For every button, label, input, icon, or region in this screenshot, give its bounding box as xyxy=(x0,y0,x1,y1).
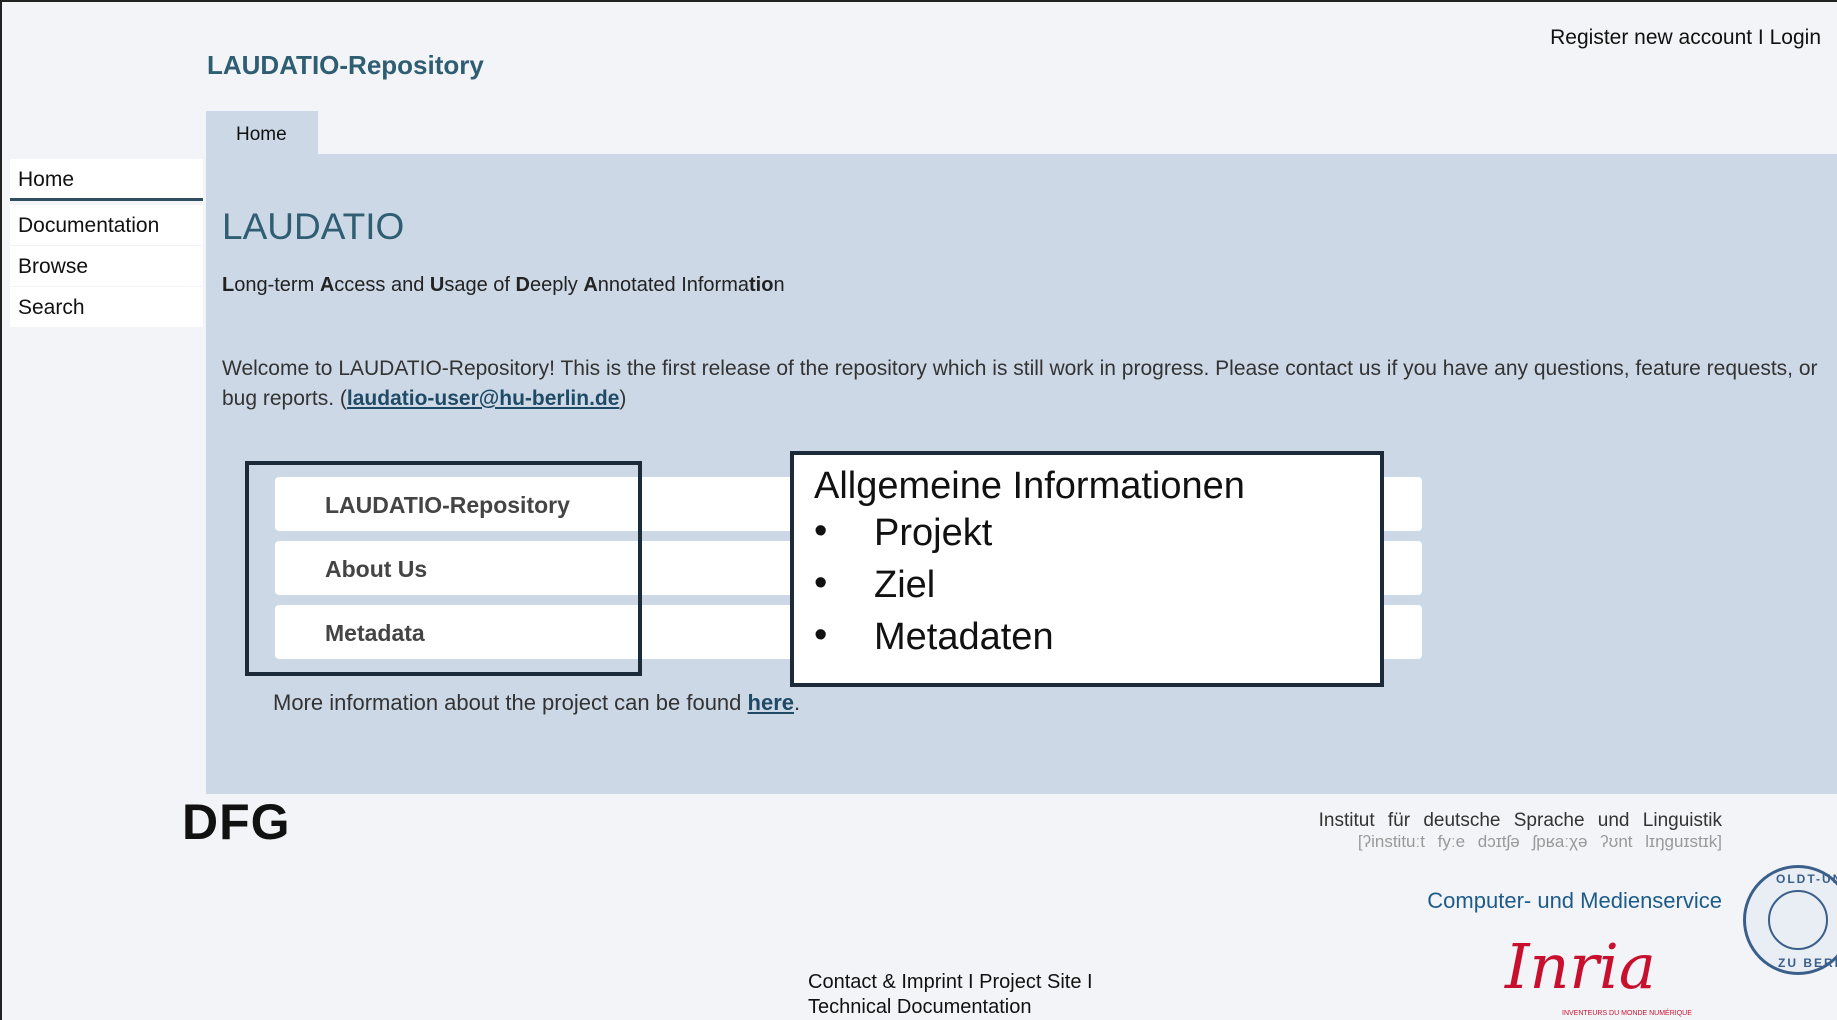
sidebar-item-documentation[interactable]: Documentation xyxy=(10,205,203,245)
separator: I xyxy=(1752,26,1770,49)
welcome-text: Welcome to LAUDATIO-Repository! This is … xyxy=(222,357,1818,410)
sidebar-item-browse[interactable]: Browse xyxy=(10,246,203,286)
highlight-box xyxy=(245,461,642,676)
dfg-logo: DFG xyxy=(182,794,291,850)
cms-logo: Computer- und Medienservice xyxy=(1427,888,1722,913)
ids-logo: Institut für deutsche Sprache und Lingui… xyxy=(1318,810,1722,851)
footer-line-2[interactable]: Technical Documentation xyxy=(808,995,1093,1020)
footer-links: Contact & Imprint I Project Site I Techn… xyxy=(808,970,1093,1020)
callout-title: Allgemeine Informationen xyxy=(814,465,1245,507)
inria-tagline: INVENTEURS DU MONDE NUMÉRIQUE xyxy=(1562,1010,1692,1017)
login-link[interactable]: Login xyxy=(1770,26,1821,49)
register-link[interactable]: Register new account xyxy=(1550,26,1752,49)
more-info-text: More information about the project can b… xyxy=(273,690,801,715)
more-info-link[interactable]: here xyxy=(748,690,794,715)
callout-item: Projekt xyxy=(814,510,1380,564)
inria-logo: Inria xyxy=(1505,930,1656,1003)
callout-item: Ziel xyxy=(814,562,1380,616)
callout-item: Metadaten xyxy=(814,614,1380,668)
footer-line-1[interactable]: Contact & Imprint I Project Site I xyxy=(808,970,1093,995)
contact-email-link[interactable]: laudatio-user@hu-berlin.de xyxy=(347,387,620,410)
tab-home[interactable]: Home xyxy=(206,111,318,155)
account-links: Register new account I Login xyxy=(1550,26,1821,50)
info-callout: Allgemeine Informationen Projekt Ziel Me… xyxy=(790,451,1384,687)
page-subtitle: Long-term Access and Usage of Deeply Ann… xyxy=(222,274,785,296)
sidebar-item-search[interactable]: Search xyxy=(10,287,203,327)
page-heading: LAUDATIO xyxy=(222,206,405,247)
site-title[interactable]: LAUDATIO-Repository xyxy=(207,50,484,81)
sidebar-item-home[interactable]: Home xyxy=(10,159,203,201)
sidebar-nav: Home Documentation Browse Search xyxy=(10,159,203,328)
